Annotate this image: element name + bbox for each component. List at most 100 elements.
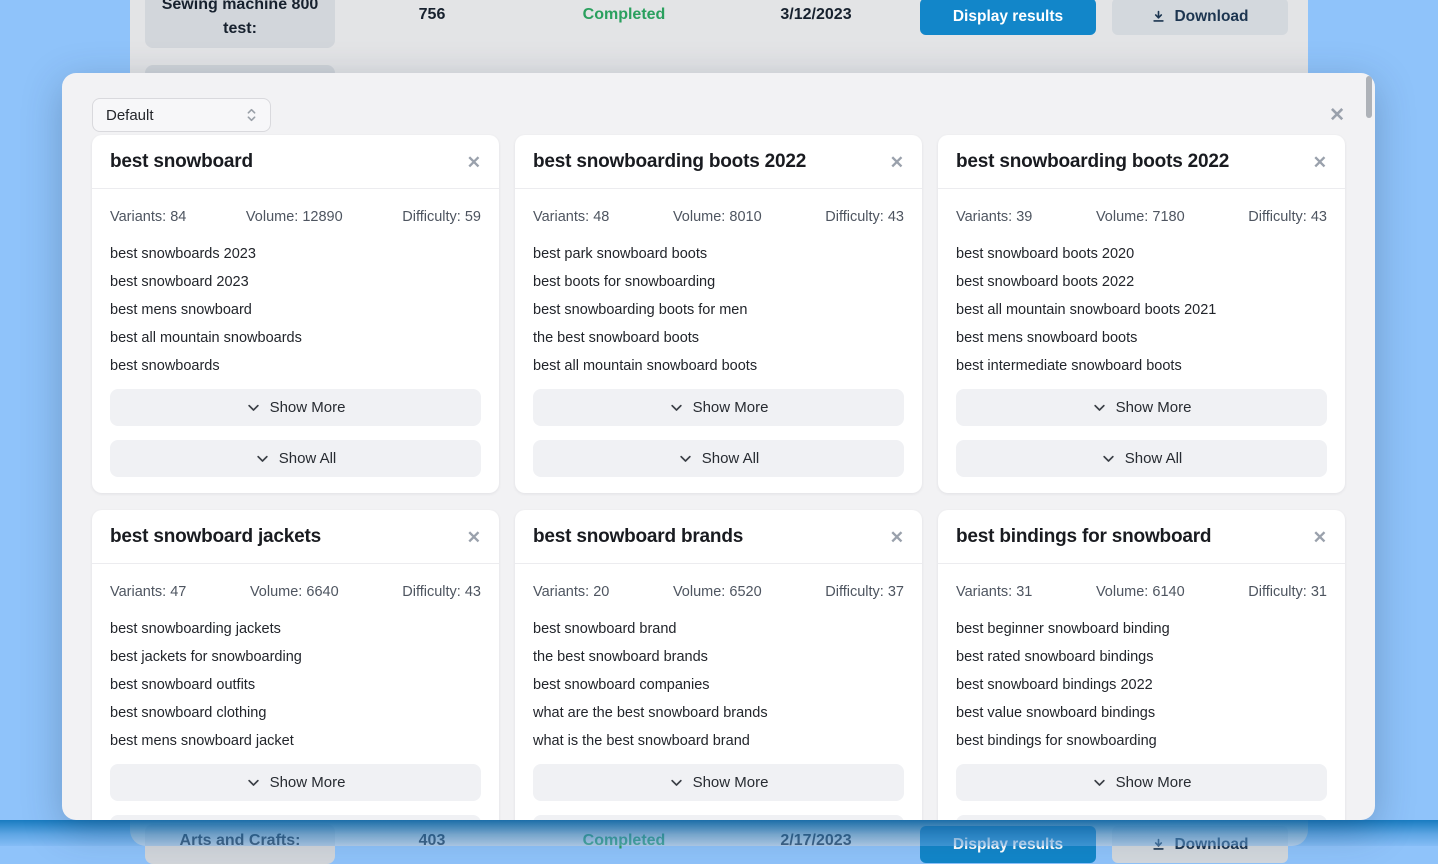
show-more-button[interactable]: Show More (956, 389, 1327, 426)
keyword-group-card: best snowboarding boots 2022 ✕ Variants:… (938, 135, 1345, 493)
show-more-button[interactable]: Show More (533, 764, 904, 801)
variants-stat: Variants: 20 (533, 584, 609, 601)
difficulty-value: 37 (888, 584, 904, 600)
show-more-button[interactable]: Show More (533, 389, 904, 426)
volume-value: 12890 (302, 209, 342, 225)
show-more-button[interactable]: Show More (956, 764, 1327, 801)
variants-label: Variants: (533, 209, 589, 225)
card-body: Variants: 84 Volume: 12890 Difficulty: 5… (92, 189, 499, 493)
variants-stat: Variants: 31 (956, 584, 1032, 601)
show-more-button[interactable]: Show More (110, 764, 481, 801)
keyword-item: best snowboards (110, 352, 481, 380)
difficulty-value: 31 (1311, 584, 1327, 600)
keyword-item: what is the best snowboard brand (533, 727, 904, 755)
keyword-item: best beginner snowboard binding (956, 615, 1327, 643)
close-icon[interactable]: ✕ (1313, 529, 1327, 546)
difficulty-stat: Difficulty: 37 (825, 584, 904, 601)
keyword-item: best mens snowboard jacket (110, 727, 481, 755)
keyword-item: best snowboard boots 2022 (956, 268, 1327, 296)
close-icon[interactable]: ✕ (467, 529, 481, 546)
display-results-button[interactable]: Display results (920, 0, 1096, 35)
keyword-item: best snowboarding boots for men (533, 296, 904, 324)
show-all-button[interactable]: Show All (956, 815, 1327, 820)
select-updown-icon (246, 107, 257, 123)
card-title: best snowboard brands (533, 525, 743, 549)
card-stats: Variants: 31 Volume: 6140 Difficulty: 31 (956, 584, 1327, 601)
keyword-item: best all mountain snowboard boots (533, 352, 904, 380)
keyword-group-card: best snowboard jackets ✕ Variants: 47 Vo… (92, 510, 499, 820)
volume-value: 6640 (306, 584, 338, 600)
card-title: best bindings for snowboard (956, 525, 1211, 549)
close-icon[interactable]: ✕ (890, 529, 904, 546)
variants-stat: Variants: 48 (533, 209, 609, 226)
show-more-label: Show More (693, 399, 769, 416)
difficulty-label: Difficulty: (1248, 584, 1307, 600)
keyword-list: best beginner snowboard bindingbest rate… (956, 615, 1327, 755)
difficulty-value: 59 (465, 209, 481, 225)
show-all-button[interactable]: Show All (533, 815, 904, 820)
bottom-overlay (0, 820, 1438, 846)
difficulty-value: 43 (888, 209, 904, 225)
close-icon[interactable]: ✕ (1313, 154, 1327, 171)
chevron-down-icon (246, 400, 261, 415)
card-header: best snowboard brands ✕ (515, 510, 922, 564)
scrollbar-thumb[interactable] (1366, 76, 1372, 118)
difficulty-label: Difficulty: (402, 584, 461, 600)
sort-select[interactable]: Default (92, 98, 271, 132)
keyword-item: best all mountain snowboard boots 2021 (956, 296, 1327, 324)
keyword-list: best snowboarding jacketsbest jackets fo… (110, 615, 481, 755)
download-button[interactable]: Download (1112, 0, 1288, 35)
chevron-down-icon (246, 775, 261, 790)
keyword-item: best mens snowboard (110, 296, 481, 324)
show-all-button[interactable]: Show All (110, 440, 481, 477)
show-more-label: Show More (1116, 774, 1192, 791)
keyword-list: best snowboard brandthe best snowboard b… (533, 615, 904, 755)
keyword-item: the best snowboard boots (533, 324, 904, 352)
keyword-list: best snowboard boots 2020best snowboard … (956, 240, 1327, 380)
download-icon (1151, 9, 1166, 24)
show-all-button[interactable]: Show All (110, 815, 481, 820)
keyword-item: what are the best snowboard brands (533, 699, 904, 727)
variants-label: Variants: (110, 584, 166, 600)
keyword-item: best snowboard outfits (110, 671, 481, 699)
keyword-item: best intermediate snowboard boots (956, 352, 1327, 380)
difficulty-stat: Difficulty: 43 (1248, 209, 1327, 226)
show-all-button[interactable]: Show All (956, 440, 1327, 477)
keyword-item: best snowboard boots 2020 (956, 240, 1327, 268)
card-header: best snowboard ✕ (92, 135, 499, 189)
volume-stat: Volume: 6640 (250, 584, 339, 601)
card-stats: Variants: 20 Volume: 6520 Difficulty: 37 (533, 584, 904, 601)
show-all-button[interactable]: Show All (533, 440, 904, 477)
variants-value: 31 (1016, 584, 1032, 600)
show-more-label: Show More (1116, 399, 1192, 416)
card-title: best snowboard (110, 150, 253, 174)
chevron-down-icon (669, 775, 684, 790)
close-icon[interactable]: ✕ (890, 154, 904, 171)
card-stats: Variants: 84 Volume: 12890 Difficulty: 5… (110, 209, 481, 226)
keyword-item: best value snowboard bindings (956, 699, 1327, 727)
keyword-item: best rated snowboard bindings (956, 643, 1327, 671)
modal-close-icon[interactable]: ✕ (1329, 106, 1345, 125)
keyword-group-card: best snowboard brands ✕ Variants: 20 Vol… (515, 510, 922, 820)
chevron-down-icon (255, 451, 270, 466)
variants-value: 20 (593, 584, 609, 600)
variants-value: 84 (170, 209, 186, 225)
volume-label: Volume: (250, 584, 302, 600)
difficulty-label: Difficulty: (402, 209, 461, 225)
close-icon[interactable]: ✕ (467, 154, 481, 171)
show-all-label: Show All (1125, 450, 1183, 467)
variants-value: 47 (170, 584, 186, 600)
card-body: Variants: 48 Volume: 8010 Difficulty: 43… (515, 189, 922, 493)
difficulty-stat: Difficulty: 31 (1248, 584, 1327, 601)
keyword-group-card: best snowboard ✕ Variants: 84 Volume: 12… (92, 135, 499, 493)
show-more-button[interactable]: Show More (110, 389, 481, 426)
keyword-item: the best snowboard brands (533, 643, 904, 671)
show-more-label: Show More (270, 774, 346, 791)
card-stats: Variants: 48 Volume: 8010 Difficulty: 43 (533, 209, 904, 226)
sort-select-value: Default (106, 107, 154, 124)
variants-stat: Variants: 39 (956, 209, 1032, 226)
variants-stat: Variants: 84 (110, 209, 186, 226)
volume-value: 8010 (729, 209, 761, 225)
keyword-item: best park snowboard boots (533, 240, 904, 268)
keyword-item: best mens snowboard boots (956, 324, 1327, 352)
